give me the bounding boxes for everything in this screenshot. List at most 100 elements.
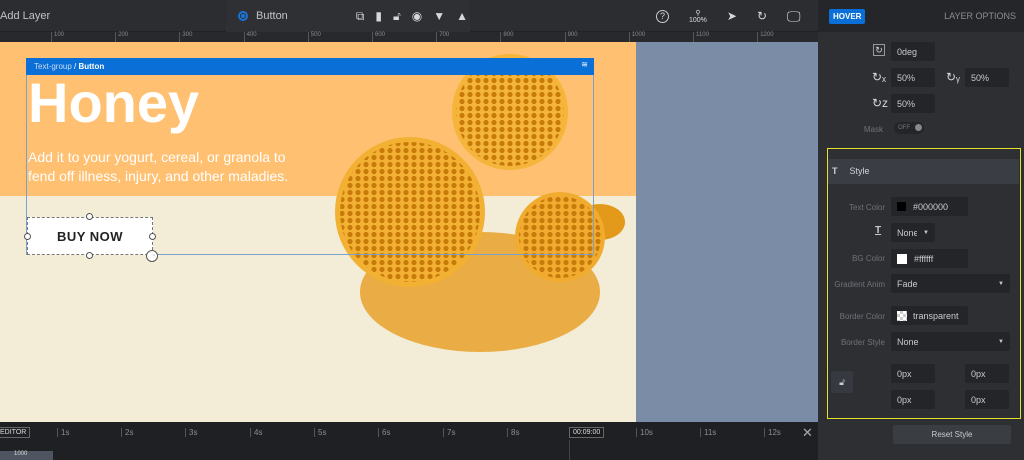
- color-swatch: [897, 202, 906, 211]
- text-decoration-icon: T: [875, 225, 882, 236]
- zoom-control[interactable]: ⚲ 100%: [689, 9, 707, 24]
- rotate-handle-icon[interactable]: ⤡: [146, 250, 158, 262]
- text-color-label: Text Color: [848, 203, 885, 212]
- visibility-icon[interactable]: ◉: [412, 9, 422, 24]
- timeline-tick: 11s: [700, 428, 716, 437]
- duplicate-icon[interactable]: ⧉: [356, 9, 365, 24]
- ruler-tick: 700: [436, 32, 449, 42]
- gradient-anim-label: Gradient Anim: [834, 280, 885, 289]
- timeline: EDITOR 1s 2s 3s 4s 5s 6s 7s 8s 10s 11s 12s 00:09:0…: [0, 422, 818, 460]
- ruler-tick: 1200: [757, 32, 774, 42]
- border-color-input[interactable]: transparent: [891, 306, 968, 325]
- timeline-tick: 3s: [185, 428, 197, 437]
- layer-section: Button ⧉ ▮ 🔓︎ ◉ ▼ ▲: [226, 0, 470, 32]
- gradient-anim-select[interactable]: Fade ▼: [891, 274, 1010, 293]
- lock-icon[interactable]: 🔓︎: [393, 9, 401, 24]
- pointer-icon[interactable]: ➤: [727, 9, 737, 23]
- add-layer-button[interactable]: Add Layer: [0, 0, 50, 32]
- text-icon: T: [832, 166, 838, 176]
- move-down-icon[interactable]: ▼: [433, 9, 445, 24]
- border-style-value: None: [897, 336, 919, 347]
- top-toolbar: Add Layer Button ⧉ ▮ 🔓︎ ◉ ▼ ▲ ? ⚲ 100% ➤ …: [0, 0, 818, 32]
- timeline-tick: 8s: [507, 428, 519, 437]
- timeline-tick: 1s: [57, 428, 69, 437]
- desktop-icon[interactable]: 🖵︎: [787, 8, 801, 25]
- text-decoration-select[interactable]: None ▼: [891, 223, 935, 242]
- undo-icon[interactable]: ↻: [757, 9, 767, 23]
- body-text[interactable]: Add it to your yogurt, cereal, or granol…: [28, 148, 288, 186]
- ruler-tick: 600: [372, 32, 385, 42]
- ruler-tick: 100: [51, 32, 64, 42]
- border-style-label: Border Style: [840, 338, 885, 347]
- bg-color-label: BG Color: [852, 254, 885, 263]
- view-tools: ? ⚲ 100% ➤ ↻ 🖵︎: [656, 0, 801, 32]
- delete-icon[interactable]: ▮: [375, 9, 382, 24]
- style-header[interactable]: T Style: [828, 159, 1019, 184]
- rotate-x-icon: ↻ₓ: [872, 70, 886, 84]
- text-decoration-value: None: [897, 227, 917, 238]
- border-color-label: Border Color: [839, 312, 885, 321]
- radius-top-right[interactable]: 0px: [965, 364, 1009, 383]
- timeline-tick: 2s: [121, 428, 133, 437]
- radius-lock-button[interactable]: 🔓︎: [831, 371, 853, 393]
- ruler-tick: 500: [307, 32, 321, 42]
- border-style-select[interactable]: None ▼: [891, 332, 1010, 351]
- timeline-tick: 5s: [314, 428, 326, 437]
- bg-color-input[interactable]: #ffffff: [891, 249, 968, 268]
- radius-bottom-left[interactable]: 0px: [891, 390, 935, 409]
- hover-tab[interactable]: HOVER: [829, 9, 866, 24]
- rotate-z-input[interactable]: 50%: [891, 94, 935, 113]
- ruler-tick: 900: [564, 32, 578, 42]
- ruler-tick: 800: [500, 32, 513, 42]
- body-line-2: fend off illness, injury, and other mala…: [28, 168, 289, 184]
- zoom-icon: ⚲: [695, 9, 701, 17]
- chevron-down-icon: ▼: [998, 338, 1004, 345]
- radius-top-left[interactable]: 0px: [891, 364, 935, 383]
- text-color-value: #000000: [913, 201, 949, 212]
- style-title: Style: [849, 166, 870, 176]
- buy-now-button[interactable]: BUY NOW: [27, 217, 153, 255]
- rotate-input[interactable]: 0deg: [891, 42, 935, 61]
- zoom-level: 100%: [689, 16, 707, 24]
- rotate-y-input[interactable]: 50%: [965, 68, 1009, 87]
- ruler-tick: 1100: [693, 32, 709, 42]
- gradient-anim-value: Fade: [897, 278, 918, 289]
- layer-options-tab[interactable]: LAYER OPTIONS: [944, 11, 1016, 21]
- rotate-x-input[interactable]: 50%: [891, 68, 935, 87]
- resize-handle[interactable]: [149, 233, 156, 240]
- layer-time-bar[interactable]: 1000: [0, 451, 53, 460]
- radius-bottom-right[interactable]: 0px: [965, 390, 1009, 409]
- layer-name: Button: [256, 10, 288, 22]
- rotate-y-icon: ↻ᵧ: [946, 70, 960, 84]
- timeline-tick: 7s: [443, 428, 455, 437]
- chevron-down-icon: ▼: [998, 280, 1004, 287]
- mask-toggle[interactable]: OFF: [894, 122, 924, 134]
- mask-value: OFF: [898, 125, 910, 131]
- add-layer-label: Add Layer: [0, 10, 51, 22]
- timeline-tick: 10s: [636, 428, 653, 437]
- rotate-icon: ↻: [873, 44, 885, 56]
- move-up-icon[interactable]: ▲: [456, 9, 468, 24]
- resize-handle[interactable]: [86, 252, 93, 259]
- text-color-input[interactable]: #000000: [891, 197, 968, 216]
- resize-handle[interactable]: [86, 213, 93, 220]
- body-line-1: Add it to your yogurt, cereal, or granol…: [28, 149, 286, 165]
- editor-tab[interactable]: EDITOR: [0, 427, 31, 438]
- heading[interactable]: Honey: [28, 70, 199, 135]
- current-time: 00:09:00: [569, 427, 605, 438]
- resize-handle[interactable]: [24, 233, 31, 240]
- chevron-down-icon: ▼: [923, 229, 929, 236]
- ruler-tick: 1000: [628, 32, 645, 42]
- layers-icon[interactable]: ≋: [581, 60, 588, 69]
- bg-color-value: #ffffff: [914, 253, 934, 264]
- timeline-tick: 6s: [378, 428, 390, 437]
- reset-style-button[interactable]: Reset Style: [893, 425, 1011, 444]
- help-icon[interactable]: ?: [656, 9, 669, 23]
- mask-label: Mask: [863, 125, 883, 134]
- layer-radio-icon[interactable]: [238, 11, 248, 21]
- buy-now-label: BUY NOW: [56, 228, 124, 244]
- timeline-tick: 12s: [764, 428, 781, 437]
- close-timeline-icon[interactable]: ✕: [802, 425, 813, 441]
- transparent-swatch: [897, 310, 907, 321]
- ruler-tick: 200: [115, 32, 128, 42]
